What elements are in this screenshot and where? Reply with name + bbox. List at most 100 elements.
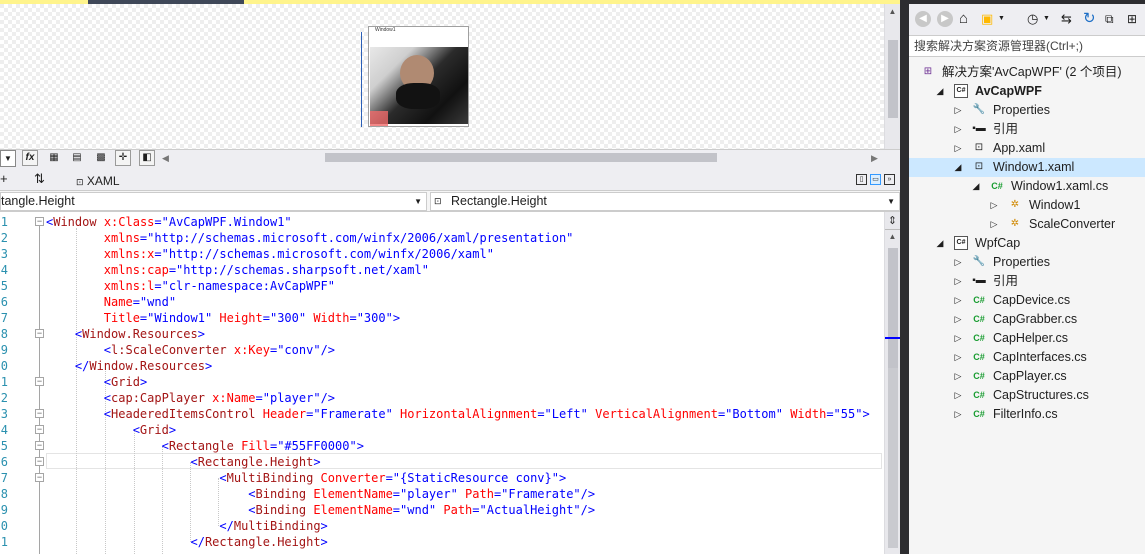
code-line[interactable]: <MultiBinding Converter="{StaticResource…: [46, 470, 566, 486]
swap-panes-icon[interactable]: ⇅: [34, 171, 45, 187]
tree-item[interactable]: ▷ ✲ Window1: [909, 196, 1145, 215]
code-line[interactable]: <Rectangle Fill="#55FF0000">: [46, 438, 364, 454]
pane-layout-horizontal-icon[interactable]: ▭: [870, 174, 881, 185]
tab-xaml[interactable]: ⊡ XAML: [72, 172, 124, 190]
tree-item[interactable]: ▷ 🔧 Properties: [909, 253, 1145, 272]
refresh-icon[interactable]: ↻: [1083, 9, 1096, 29]
code-line[interactable]: <l:ScaleConverter x:Key="conv"/>: [46, 342, 335, 358]
forward-arrow-icon[interactable]: ▶: [937, 11, 953, 27]
expanded-arrow-icon[interactable]: ◢: [953, 158, 963, 177]
code-line[interactable]: </Rectangle.Height>: [46, 534, 327, 550]
code-line[interactable]: <Grid>: [46, 422, 176, 438]
tree-item[interactable]: ◢ C# Window1.xaml.cs: [909, 177, 1145, 196]
tree-item[interactable]: ⊞ 解决方案'AvCapWPF' (2 个项目): [909, 63, 1145, 82]
collapsed-arrow-icon[interactable]: ▷: [953, 348, 963, 367]
designer-scroll-up-arrow[interactable]: ▲: [885, 4, 900, 20]
code-line[interactable]: Name="wnd": [46, 294, 176, 310]
code-line[interactable]: <Window.Resources>: [46, 326, 205, 342]
designer-scroll-thumb[interactable]: [888, 40, 898, 118]
grid-toggle-icon[interactable]: ▦: [46, 150, 62, 166]
sync-dropdown-chevron-icon[interactable]: ▼: [998, 11, 1005, 27]
collapsed-arrow-icon[interactable]: ▷: [953, 386, 963, 405]
tree-item[interactable]: ◢ ⊡ Window1.xaml: [909, 158, 1145, 177]
tree-item[interactable]: ◢ C# AvCapWPF: [909, 82, 1145, 101]
filter-dropdown-chevron-icon[interactable]: ▼: [1043, 11, 1050, 27]
tree-item[interactable]: ▷ ▪▬ 引用: [909, 272, 1145, 291]
design-tab-partial[interactable]: +: [0, 170, 8, 188]
tree-item[interactable]: ▷ C# CapPlayer.cs: [909, 367, 1145, 386]
collapsed-arrow-icon[interactable]: ▷: [953, 367, 963, 386]
pane-divider[interactable]: [900, 0, 909, 554]
code-line[interactable]: </MultiBinding>: [46, 518, 327, 534]
fold-toggle-icon[interactable]: −: [35, 473, 44, 482]
code-line[interactable]: <HeaderedItemsControl Header="Framerate"…: [46, 406, 870, 422]
editor-scroll-up-arrow[interactable]: ▲: [885, 230, 900, 244]
pane-layout-vertical-icon[interactable]: ▯: [856, 174, 867, 185]
fold-toggle-icon[interactable]: −: [35, 441, 44, 450]
code-editor[interactable]: 1 2 3 4 5 6 7 8 9 0 1 2 3 4 5 6 7 8 9 0 1− − − − − − − − <Window x:…: [0, 212, 884, 554]
zoom-dropdown[interactable]: ▼: [0, 150, 16, 167]
code-line[interactable]: <Binding ElementName="player" Path="Fram…: [46, 486, 595, 502]
tree-item[interactable]: ▷ C# CapInterfaces.cs: [909, 348, 1145, 367]
show-all-files-icon[interactable]: ⊞: [1127, 9, 1137, 29]
snap-grid-icon[interactable]: ▤: [69, 150, 85, 166]
collapsed-arrow-icon[interactable]: ▷: [953, 253, 963, 272]
fold-toggle-icon[interactable]: −: [35, 425, 44, 434]
artboard-background-icon[interactable]: ▩: [93, 150, 109, 166]
collapse-all-icon[interactable]: ⧉: [1105, 9, 1114, 29]
project-code-icon[interactable]: ◧: [139, 150, 155, 166]
tree-item[interactable]: ▷ ⊡ App.xaml: [909, 139, 1145, 158]
pending-changes-filter-icon[interactable]: ◷: [1027, 9, 1038, 29]
tree-item[interactable]: ▷ C# CapHelper.cs: [909, 329, 1145, 348]
sync-active-document-icon[interactable]: ⇆: [1061, 9, 1072, 29]
code-line[interactable]: Title="Window1" Height="300" Width="300"…: [46, 310, 400, 326]
code-line[interactable]: xmlns="http://schemas.microsoft.com/winf…: [46, 230, 574, 246]
element-scope-dropdown[interactable]: tangle.Height ▼: [0, 192, 427, 211]
collapsed-arrow-icon[interactable]: ▷: [953, 329, 963, 348]
home-icon[interactable]: ⌂: [959, 9, 968, 29]
fold-toggle-icon[interactable]: −: [35, 409, 44, 418]
collapsed-arrow-icon[interactable]: ▷: [953, 139, 963, 158]
fold-toggle-icon[interactable]: −: [35, 217, 44, 226]
fold-toggle-icon[interactable]: −: [35, 457, 44, 466]
tree-item[interactable]: ▷ C# CapGrabber.cs: [909, 310, 1145, 329]
code-line[interactable]: xmlns:cap="http://schemas.sharpsoft.net/…: [46, 262, 429, 278]
tree-item[interactable]: ▷ ▪▬ 引用: [909, 120, 1145, 139]
collapse-pane-icon[interactable]: »: [884, 174, 895, 185]
tree-item[interactable]: ▷ 🔧 Properties: [909, 101, 1145, 120]
tree-item[interactable]: ◢ C# WpfCap: [909, 234, 1145, 253]
editor-scroll-lower-region[interactable]: [888, 368, 898, 548]
split-editor-handle-icon[interactable]: ⇕: [885, 212, 900, 230]
collapsed-arrow-icon[interactable]: ▷: [953, 120, 963, 139]
code-line[interactable]: </Window.Resources>: [46, 358, 212, 374]
collapsed-arrow-icon[interactable]: ▷: [989, 215, 999, 234]
collapsed-arrow-icon[interactable]: ▷: [953, 310, 963, 329]
tree-item[interactable]: ▷ C# CapDevice.cs: [909, 291, 1145, 310]
collapsed-arrow-icon[interactable]: ▷: [953, 405, 963, 424]
expanded-arrow-icon[interactable]: ◢: [935, 234, 945, 253]
fx-button[interactable]: fx: [22, 150, 38, 166]
tree-item[interactable]: ▷ C# FilterInfo.cs: [909, 405, 1145, 424]
code-line[interactable]: <cap:CapPlayer x:Name="player"/>: [46, 390, 335, 406]
expanded-arrow-icon[interactable]: ◢: [935, 82, 945, 101]
code-line[interactable]: xmlns:l="clr-namespace:AvCapWPF": [46, 278, 335, 294]
hscroll-right-arrow[interactable]: ▶: [871, 150, 881, 167]
fold-toggle-icon[interactable]: −: [35, 377, 44, 386]
editor-scroll-thumb[interactable]: [888, 248, 898, 368]
tree-item[interactable]: ▷ C# CapStructures.cs: [909, 386, 1145, 405]
code-line[interactable]: xmlns:x="http://schemas.microsoft.com/wi…: [46, 246, 494, 262]
code-line[interactable]: <Window x:Class="AvCapWPF.Window1": [46, 214, 292, 230]
designer-hscroll-thumb[interactable]: [325, 153, 717, 162]
sync-with-document-icon[interactable]: ▣: [981, 9, 993, 29]
code-line[interactable]: <Grid>: [46, 374, 147, 390]
expanded-arrow-icon[interactable]: ◢: [971, 177, 981, 196]
designer-vertical-scrollbar[interactable]: ▲: [884, 4, 900, 149]
back-arrow-icon[interactable]: ◀: [915, 11, 931, 27]
member-dropdown[interactable]: ⊡ Rectangle.Height ▼: [430, 192, 900, 211]
preview-window[interactable]: Window1: [368, 26, 469, 127]
collapsed-arrow-icon[interactable]: ▷: [953, 291, 963, 310]
snap-lines-icon[interactable]: ✛: [115, 150, 131, 166]
collapsed-arrow-icon[interactable]: ▷: [953, 101, 963, 120]
hscroll-left-arrow[interactable]: ◀: [162, 150, 172, 167]
code-line[interactable]: <Rectangle.Height>: [46, 454, 320, 470]
